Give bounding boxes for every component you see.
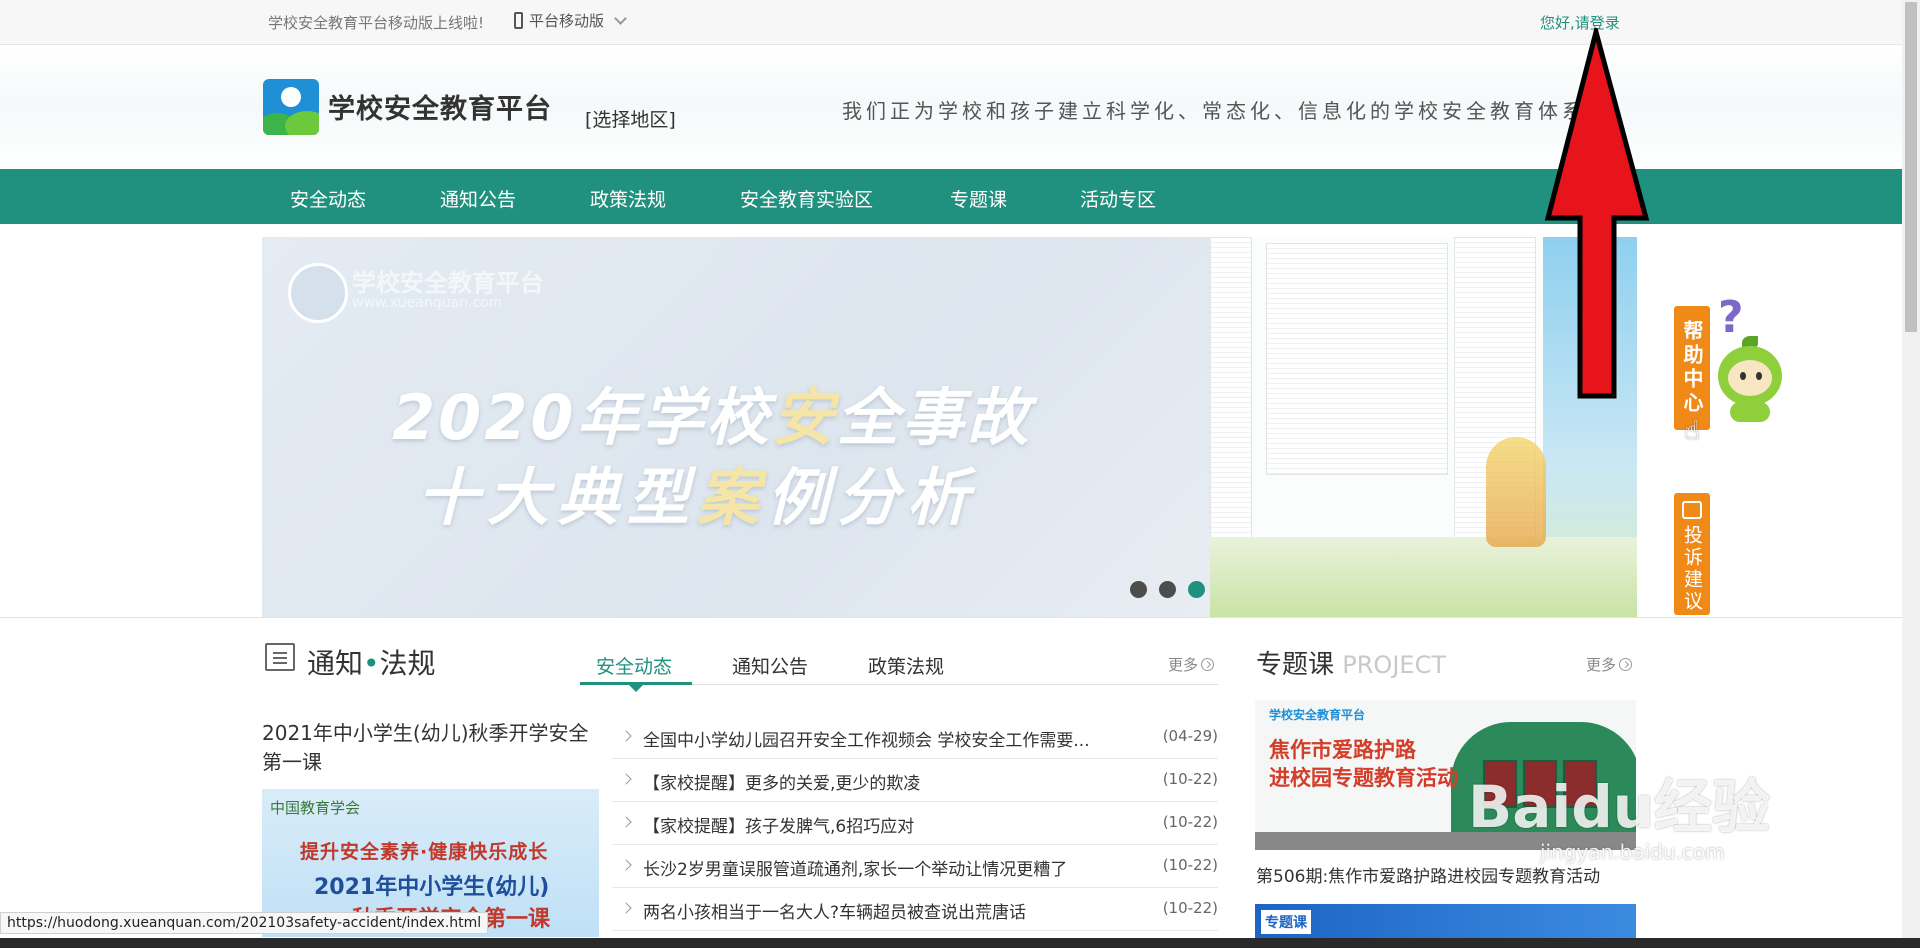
tab-safety-news[interactable]: 安全动态 [596, 652, 672, 679]
hand-cursor-icon: ☝ [1684, 416, 1700, 446]
mascot-image [1712, 336, 1788, 422]
chevron-down-icon [614, 12, 627, 25]
nav-item-safety-news[interactable]: 安全动态 [290, 185, 366, 212]
mobile-version-dropdown[interactable]: 平台移动版 [514, 10, 627, 31]
news-title[interactable]: 两名小孩相当于一名大人?车辆超员被查说出荒唐话 [643, 898, 1026, 923]
carousel-dots [1130, 581, 1205, 598]
news-title[interactable]: 全国中小学幼儿园召开安全工作视频会 学校安全工作需要... [643, 726, 1090, 751]
news-date: (10-22) [1162, 899, 1218, 917]
news-item[interactable]: 【家校提醒】孩子发脾气,6招巧应对 (10-22) [612, 802, 1218, 845]
project-more-link[interactable]: 更多 [1586, 654, 1633, 675]
mobile-version-label: 平台移动版 [529, 12, 605, 30]
news-list: 全国中小学幼儿园召开安全工作视频会 学校安全工作需要... (04-29) 【家… [612, 716, 1218, 931]
help-center-button[interactable]: 帮助中心 [1674, 306, 1710, 430]
taskbar [0, 938, 1920, 948]
chevron-right-icon [620, 859, 632, 871]
red-arrow-annotation [1544, 28, 1650, 399]
site-slogan: 我们正为学校和孩子建立科学化、常态化、信息化的学校安全教育体系 [842, 99, 1586, 123]
complaint-label: 投诉建议 [1681, 525, 1703, 613]
nav-item-activities[interactable]: 活动专区 [1080, 185, 1156, 212]
banner-brand-name: 学校安全教育平台 [352, 269, 544, 297]
news-date: (10-22) [1162, 856, 1218, 874]
baidu-watermark-url: jingyan.baidu.com [1540, 840, 1725, 864]
arrow-circle-icon [1619, 658, 1633, 671]
cartoon-child-image [1486, 437, 1546, 547]
active-tab-caret [629, 685, 643, 692]
project-section-title: 专题课 PROJECT [1256, 650, 1446, 680]
notice-more-link[interactable]: 更多 [1168, 654, 1215, 675]
edit-icon [1682, 501, 1702, 519]
news-title[interactable]: 【家校提醒】更多的关爱,更少的欺凌 [643, 769, 920, 794]
page-scrollbar[interactable] [1902, 0, 1920, 938]
banner-brand-logo-icon [288, 263, 348, 323]
banner-brand-url: www.xueanquan.com [352, 295, 503, 311]
baidu-watermark: Baidu经验 [1468, 773, 1771, 841]
news-item[interactable]: 两名小孩相当于一名大人?车辆超员被查说出荒唐话 (10-22) [612, 888, 1218, 931]
chevron-right-icon [620, 773, 632, 785]
banner-headline-1: 2020年学校安全事故 [392, 381, 1032, 454]
site-logo-text[interactable]: 学校安全教育平台 [328, 87, 552, 126]
nav-item-notices[interactable]: 通知公告 [440, 185, 516, 212]
chevron-right-icon [620, 816, 632, 828]
status-bar-url: https://huodong.xueanquan.com/202103safe… [0, 912, 489, 934]
site-logo-icon[interactable] [263, 79, 319, 135]
carousel-dot-1[interactable] [1130, 581, 1147, 598]
nav-item-policies[interactable]: 政策法规 [590, 185, 666, 212]
carousel-dot-3[interactable] [1188, 581, 1205, 598]
nav-item-experiment-zone[interactable]: 安全教育实验区 [740, 185, 873, 212]
news-date: (04-29) [1162, 727, 1218, 745]
news-item[interactable]: 全国中小学幼儿园召开安全工作视频会 学校安全工作需要... (04-29) [612, 716, 1218, 759]
scrollbar-thumb[interactable] [1905, 2, 1917, 332]
chevron-right-icon [620, 730, 632, 742]
notice-section-title: 通知•法规 [307, 647, 436, 680]
phone-icon [514, 12, 523, 29]
banner-carousel[interactable]: 学校安全教育平台 www.xueanquan.com 2020年学校安全事故 十… [262, 237, 1637, 617]
news-date: (10-22) [1162, 770, 1218, 788]
news-item[interactable]: 长沙2岁男童误服管道疏通剂,家长一个举动让情况更糟了 (10-22) [612, 845, 1218, 888]
nav-item-topic-courses[interactable]: 专题课 [950, 185, 1007, 212]
news-title[interactable]: 长沙2岁男童误服管道疏通剂,家长一个举动让情况更糟了 [643, 855, 1067, 880]
news-date: (10-22) [1162, 813, 1218, 831]
news-title[interactable]: 【家校提醒】孩子发脾气,6招巧应对 [643, 812, 914, 837]
arrow-circle-icon [1201, 658, 1215, 671]
select-region-link[interactable]: [选择地区] [585, 105, 676, 132]
tab-policies[interactable]: 政策法规 [868, 652, 944, 679]
banner-headline-2: 十大典型案例分析 [417, 461, 978, 534]
document-icon [265, 643, 295, 671]
mobile-launch-notice: 学校安全教育平台移动版上线啦! [268, 14, 485, 32]
complaint-suggestion-button[interactable]: 投诉建议 [1674, 493, 1710, 615]
chevron-right-icon [620, 902, 632, 914]
tab-notices[interactable]: 通知公告 [732, 652, 808, 679]
banner-slide-accident-analysis[interactable]: 学校安全教育平台 www.xueanquan.com 2020年学校安全事故 十… [262, 237, 1210, 617]
project-caption[interactable]: 第506期:焦作市爱路护路进校园专题教育活动 [1256, 862, 1600, 887]
section-divider [0, 617, 1902, 618]
carousel-dot-2[interactable] [1159, 581, 1176, 598]
news-item[interactable]: 【家校提醒】更多的关爱,更少的欺凌 (10-22) [612, 759, 1218, 802]
featured-article-title[interactable]: 2021年中小学生(幼儿)秋季开学安全第一课 [262, 719, 602, 777]
